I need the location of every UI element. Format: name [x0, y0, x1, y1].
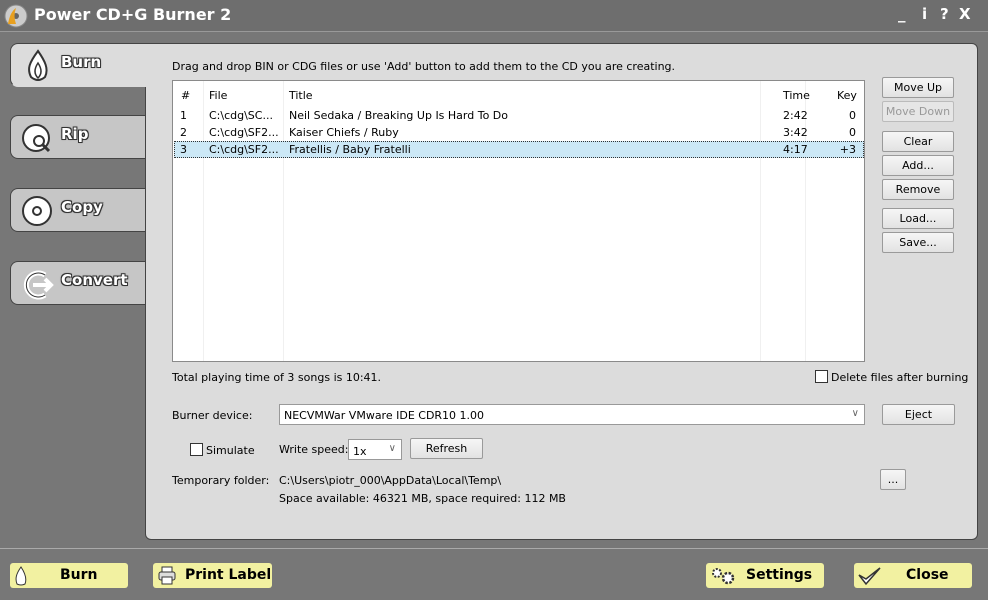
move-down-button[interactable]: Move Down [882, 101, 954, 122]
tab-label: Rip [61, 125, 89, 143]
minimize-button[interactable]: _ [898, 5, 906, 23]
cell-key: 0 [849, 109, 856, 122]
simulate-checkbox[interactable] [190, 443, 203, 456]
refresh-button[interactable]: Refresh [410, 438, 483, 459]
simulate-label: Simulate [206, 444, 255, 457]
chevron-down-icon: ∨ [388, 443, 396, 454]
track-list[interactable]: # File Title Time Key 1 C:\cdg\SC... Nei… [172, 80, 865, 362]
cell-key: 0 [849, 126, 856, 139]
add-button[interactable]: Add... [882, 155, 954, 176]
close-window-button[interactable]: X [959, 5, 971, 23]
table-row[interactable]: 1 C:\cdg\SC... Neil Sedaka / Breaking Up… [174, 107, 864, 124]
write-speed-label: Write speed: [279, 443, 349, 456]
burner-device-select[interactable]: NECVMWar VMware IDE CDR10 1.00 ∨ [279, 404, 865, 425]
cell-title: Kaiser Chiefs / Ruby [289, 126, 399, 139]
flame-icon [15, 566, 27, 586]
tab-rip[interactable]: Rip [10, 115, 146, 159]
burn-button-label: Burn [60, 567, 98, 583]
cell-time: 2:42 [783, 109, 808, 122]
flame-icon [28, 49, 48, 81]
tab-label: Convert [61, 271, 128, 289]
column-header-number[interactable]: # [181, 89, 190, 102]
printer-icon [158, 566, 176, 585]
cell-title: Neil Sedaka / Breaking Up Is Hard To Do [289, 109, 509, 122]
cell-time: 4:17 [783, 143, 808, 156]
tab-label: Burn [61, 53, 102, 71]
settings-button[interactable]: Settings [706, 563, 824, 588]
close-button-label: Close [906, 567, 949, 583]
print-label-button-label: Print Label [185, 567, 272, 583]
table-row[interactable]: 2 C:\cdg\SF2... Kaiser Chiefs / Ruby 3:4… [174, 124, 864, 141]
save-button[interactable]: Save... [882, 232, 954, 253]
total-playing-time: Total playing time of 3 songs is 10:41. [172, 371, 382, 384]
gears-icon [712, 568, 735, 585]
temporary-folder-path: C:\Users\piotr_000\AppData\Local\Temp\ [279, 474, 502, 487]
table-row-selected[interactable]: 3 C:\cdg\SF2... Fratellis / Baby Fratell… [174, 141, 864, 158]
convert-arrow-icon [23, 270, 54, 300]
info-button[interactable]: i [922, 5, 927, 23]
delete-files-checkbox[interactable] [815, 370, 828, 383]
cell-file: C:\cdg\SF2... [209, 143, 279, 156]
cell-key: +3 [839, 143, 856, 156]
app-logo-icon [4, 4, 28, 28]
checkmark-icon [858, 567, 881, 586]
burn-button[interactable]: Burn [10, 563, 128, 588]
cell-title: Fratellis / Baby Fratelli [289, 143, 411, 156]
burner-device-label: Burner device: [172, 409, 253, 422]
title-bar: Power CD+G Burner 2 _ i ? X [0, 0, 988, 32]
tab-burn[interactable]: Burn [10, 43, 147, 87]
disc-magnifier-icon [22, 124, 51, 153]
write-speed-value: 1x [353, 445, 367, 458]
divider [0, 548, 988, 549]
eject-button[interactable]: Eject [882, 404, 955, 425]
cell-number: 1 [180, 109, 187, 122]
column-header-key[interactable]: Key [837, 89, 857, 102]
burner-device-value: NECVMWar VMware IDE CDR10 1.00 [284, 409, 485, 422]
close-button[interactable]: Close [854, 563, 972, 588]
cell-file: C:\cdg\SC... [209, 109, 273, 122]
temporary-folder-label: Temporary folder: [172, 474, 270, 487]
remove-button[interactable]: Remove [882, 179, 954, 200]
chevron-down-icon: ∨ [851, 408, 859, 419]
clear-button[interactable]: Clear [882, 131, 954, 152]
column-header-title[interactable]: Title [289, 89, 313, 102]
cell-number: 2 [180, 126, 187, 139]
move-up-button[interactable]: Move Up [882, 77, 954, 98]
tab-label: Copy [61, 198, 103, 216]
cell-number: 3 [180, 143, 187, 156]
cell-file: C:\cdg\SF2... [209, 126, 279, 139]
print-label-button[interactable]: Print Label [153, 563, 272, 588]
load-button[interactable]: Load... [882, 208, 954, 229]
browse-folder-button[interactable]: ... [880, 469, 906, 490]
window-title: Power CD+G Burner 2 [34, 5, 232, 24]
disc-icon [22, 196, 52, 226]
column-header-time[interactable]: Time [783, 89, 810, 102]
settings-button-label: Settings [746, 567, 813, 583]
tab-convert[interactable]: Convert [10, 261, 146, 305]
space-info: Space available: 46321 MB, space require… [279, 492, 566, 505]
tab-copy[interactable]: Copy [10, 188, 146, 232]
column-header-file[interactable]: File [209, 89, 227, 102]
help-button[interactable]: ? [940, 5, 949, 23]
delete-files-label: Delete files after burning [831, 371, 969, 384]
cell-time: 3:42 [783, 126, 808, 139]
instructions-text: Drag and drop BIN or CDG files or use 'A… [172, 60, 676, 73]
write-speed-select[interactable]: 1x ∨ [348, 439, 402, 460]
